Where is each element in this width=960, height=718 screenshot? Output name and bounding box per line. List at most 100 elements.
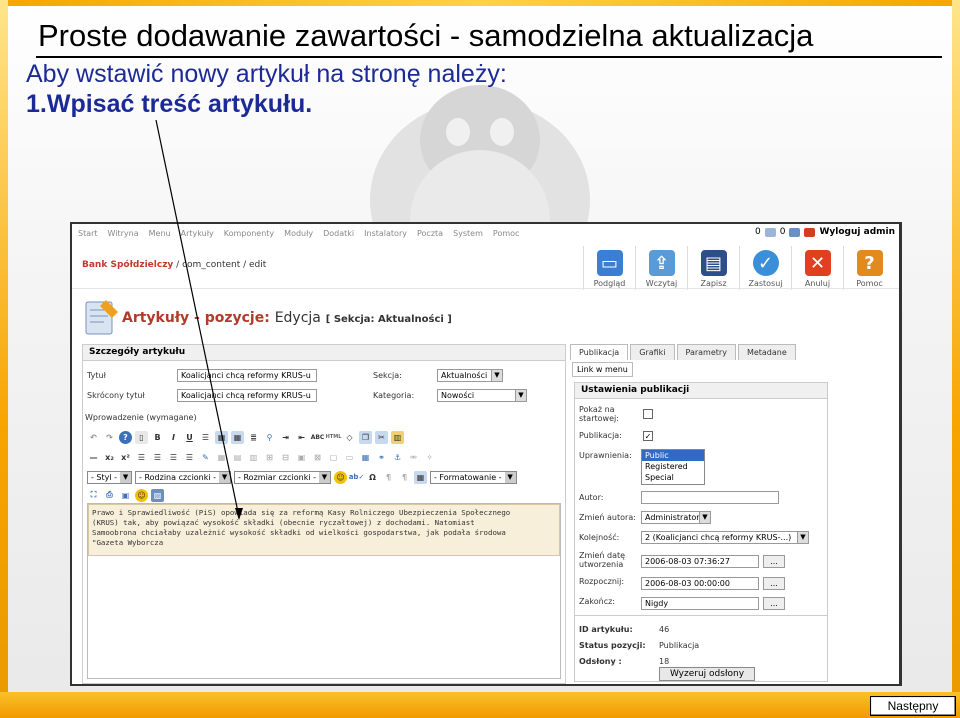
bold-icon[interactable]: B — [151, 431, 164, 444]
logout-link[interactable]: Wyloguj admin — [819, 227, 895, 237]
created-input[interactable]: 2006-08-03 07:36:27 — [641, 555, 759, 568]
tab-metadane[interactable]: Metadane — [737, 344, 796, 360]
tab-publikacja[interactable]: Publikacja — [570, 344, 629, 360]
menu-item-dodatki[interactable]: Dodatki — [323, 229, 354, 238]
access-option-registered[interactable]: Registered — [642, 461, 704, 472]
published-checkbox[interactable]: ✓ — [643, 431, 653, 441]
upload-button[interactable]: ⇪ Wczytaj — [635, 246, 687, 290]
access-listbox[interactable]: Public Registered Special — [641, 449, 705, 485]
rtl-icon[interactable]: ¶ — [398, 471, 411, 484]
menu-item-instalatory[interactable]: Instalatory — [364, 229, 407, 238]
font-size-select[interactable]: - Rozmiar czcionki - ▼ — [234, 470, 331, 484]
subscript-icon[interactable]: x₂ — [103, 451, 116, 464]
align-right-icon[interactable]: ☰ — [167, 451, 180, 464]
save-button[interactable]: ▤ Zapisz — [687, 246, 739, 290]
superscript-icon[interactable]: x² — [119, 451, 132, 464]
users-icon[interactable] — [789, 227, 801, 237]
access-option-public[interactable]: Public — [642, 450, 704, 461]
row-props-icon[interactable]: ▭ — [343, 451, 356, 464]
table-split-icon[interactable]: ⊟ — [279, 451, 292, 464]
end-date-picker-button[interactable]: ... — [763, 597, 785, 610]
menu-item-artykuly[interactable]: Artykuły — [181, 229, 214, 238]
paste-icon[interactable]: ▥ — [391, 430, 404, 444]
help-icon[interactable]: ? — [119, 430, 132, 444]
paste-text-icon[interactable]: ▦ — [231, 430, 244, 444]
cleanup-icon[interactable]: ◇ — [343, 431, 356, 444]
image-icon[interactable]: ▨ — [151, 488, 164, 502]
menu-item-witryna[interactable]: Witryna — [108, 229, 139, 238]
unlink-icon[interactable]: ⚮ — [407, 451, 420, 464]
bullet-list-icon[interactable]: ☰ — [199, 431, 212, 444]
italic-icon[interactable]: I — [167, 431, 180, 444]
redo-icon[interactable]: ↷ — [103, 431, 116, 444]
horizontal-rule-icon[interactable]: — — [87, 451, 100, 464]
ltr-icon[interactable]: ¶ — [382, 471, 395, 484]
image-edit-icon[interactable]: ✧ — [423, 451, 436, 464]
find-icon[interactable]: ⚲ — [263, 431, 276, 444]
table-icon[interactable]: ▦ — [215, 451, 228, 464]
outdent-icon[interactable]: ⇤ — [295, 431, 308, 444]
help-button[interactable]: ? Pomoc — [843, 246, 895, 290]
section-select[interactable]: Aktualności ▼ — [437, 369, 503, 382]
media-icon[interactable]: ▣ — [119, 489, 132, 502]
align-left-icon[interactable]: ☰ — [135, 451, 148, 464]
print-icon[interactable]: ⎙ — [103, 489, 116, 502]
special-char-icon[interactable]: Ω — [366, 471, 379, 484]
logout-icon[interactable] — [804, 227, 816, 237]
alias-input[interactable]: Koalicjanci chcą reformy KRUS-u — [177, 389, 317, 402]
spellcheck-icon[interactable]: ab✓ — [349, 471, 365, 484]
change-author-select[interactable]: Administrator ▼ — [641, 511, 711, 524]
indent-icon[interactable]: ⇥ — [279, 431, 292, 444]
apply-button[interactable]: ✓ Zastosuj — [739, 246, 791, 290]
link-icon[interactable]: ⚭ — [375, 451, 388, 464]
title-input[interactable]: Koalicjanci chcą reformy KRUS-u — [177, 369, 317, 382]
smiley-icon[interactable]: ☺ — [135, 488, 148, 502]
anchor-icon[interactable]: ⚓ — [391, 451, 404, 464]
start-input[interactable]: 2006-08-03 00:00:00 — [641, 577, 759, 590]
undo-icon[interactable]: ↶ — [87, 431, 100, 444]
mail-icon[interactable] — [764, 227, 776, 237]
html-icon[interactable]: HTML — [326, 431, 342, 444]
strikethrough-icon[interactable]: ABC — [311, 431, 325, 444]
numbered-list-icon[interactable]: ≣ — [247, 431, 260, 444]
cell-props-icon[interactable]: ▢ — [327, 451, 340, 464]
menu-item-pomoc[interactable]: Pomoc — [493, 229, 520, 238]
insert-table-icon[interactable]: ▦ — [414, 470, 427, 484]
tab-grafiki[interactable]: Grafiki — [630, 344, 675, 360]
copy-icon[interactable]: ❐ — [359, 430, 372, 444]
justify-icon[interactable]: ☰ — [183, 451, 196, 464]
underline-icon[interactable]: U — [183, 431, 196, 444]
format-select[interactable]: - Formatowanie - ▼ — [430, 470, 517, 484]
cut-icon[interactable]: ✂ — [375, 430, 388, 444]
frontpage-checkbox[interactable] — [643, 409, 653, 419]
preview-button[interactable]: ▭ Podgląd — [583, 246, 635, 290]
style-select[interactable]: - Styl - ▼ — [87, 470, 133, 484]
reset-hits-button[interactable]: Wyzeruj odsłony — [659, 667, 755, 681]
category-select[interactable]: Nowości ▼ — [437, 389, 527, 402]
menu-item-system[interactable]: System — [453, 229, 483, 238]
access-option-special[interactable]: Special — [642, 472, 704, 483]
table-props-icon[interactable]: ▣ — [295, 451, 308, 464]
menu-item-start[interactable]: Start — [78, 229, 98, 238]
order-select[interactable]: 2 (Koalicjanci chcą reformy KRUS-...) ▼ — [641, 531, 809, 544]
start-date-picker-button[interactable]: ... — [763, 577, 785, 590]
article-content-text[interactable]: Prawo i Sprawiedliwość (PiS) opowiada si… — [88, 504, 560, 556]
cancel-button[interactable]: ✕ Anuluj — [791, 246, 843, 290]
paste-word-icon[interactable]: ▦ — [215, 430, 228, 444]
menu-item-moduly[interactable]: Moduły — [284, 229, 313, 238]
created-date-picker-button[interactable]: ... — [763, 555, 785, 568]
tab-menu-link[interactable]: Link w menu — [572, 362, 633, 377]
insert-row-icon[interactable]: ▦ — [359, 451, 372, 464]
edit-icon[interactable]: ✎ — [199, 451, 212, 464]
menu-item-menu[interactable]: Menu — [149, 229, 171, 238]
emoticon-icon[interactable]: ☺ — [334, 470, 347, 484]
font-family-select[interactable]: - Rodzina czcionki - ▼ — [135, 470, 232, 484]
new-document-icon[interactable]: ▯ — [135, 430, 148, 444]
article-content-editor[interactable]: Prawo i Sprawiedliwość (PiS) opowiada si… — [87, 503, 561, 679]
next-button[interactable]: Następny — [870, 696, 956, 716]
author-input[interactable] — [641, 491, 779, 504]
table-col-icon[interactable]: ▥ — [247, 451, 260, 464]
table-row-icon[interactable]: ▤ — [231, 451, 244, 464]
table-merge-icon[interactable]: ⊞ — [263, 451, 276, 464]
fullscreen-icon[interactable]: ⛶ — [87, 489, 100, 502]
